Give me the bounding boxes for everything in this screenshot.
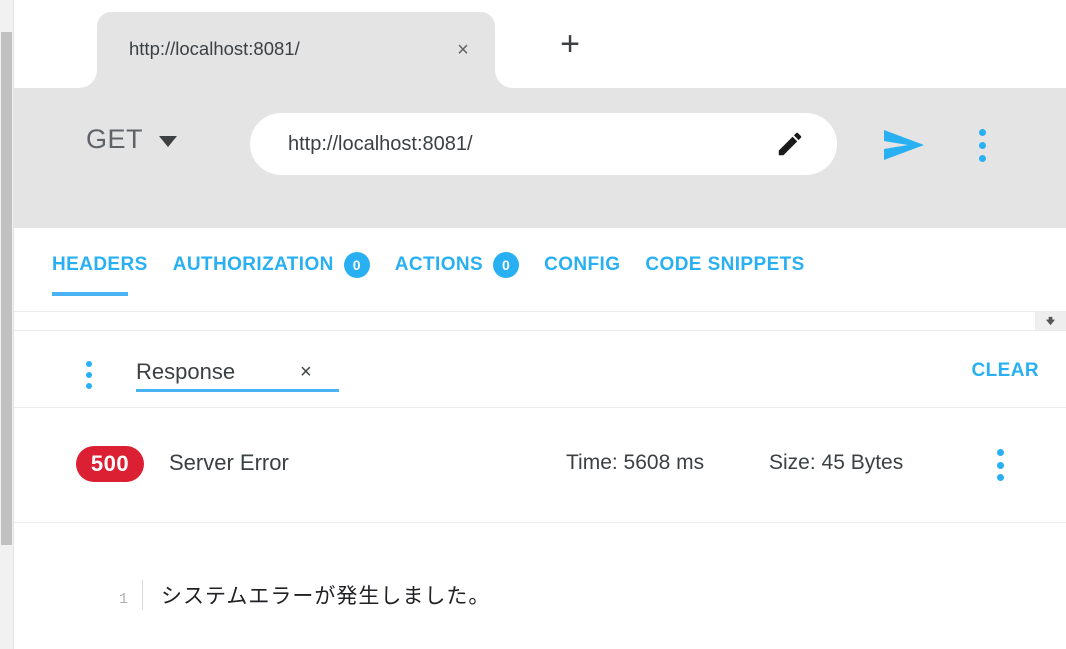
kebab-dot: [86, 372, 92, 378]
kebab-dot: [997, 449, 1004, 456]
kebab-dot: [979, 129, 986, 136]
url-input-container[interactable]: [250, 113, 837, 175]
request-toolbar: GET: [14, 88, 1066, 228]
tab-strip: http://localhost:8081/ × +: [14, 0, 1066, 88]
tab-authorization-badge: 0: [343, 252, 370, 278]
response-status-row: 500 Server Error Time: 5608 ms Size: 45 …: [14, 408, 1066, 522]
pencil-icon[interactable]: [775, 129, 805, 159]
kebab-menu-icon[interactable]: [86, 361, 92, 389]
tab-shoulder-right: [495, 70, 513, 88]
tab-authorization-label: AUTHORIZATION: [172, 254, 334, 275]
tab-headers-label: HEADERS: [52, 254, 148, 275]
tab-actions-badge: 0: [493, 252, 520, 278]
kebab-menu-icon[interactable]: [997, 449, 1004, 481]
tab-divider-bottom: [14, 330, 1066, 331]
vertical-scrollbar-thumb[interactable]: [1, 32, 12, 545]
http-method-label: GET: [86, 124, 144, 154]
browser-tab-title: http://localhost:8081/: [129, 38, 300, 59]
send-arrow-icon[interactable]: [880, 126, 930, 169]
response-time: Time: 5608 ms: [566, 451, 705, 474]
tab-config-label: CONFIG: [544, 254, 621, 275]
tab-code-snippets[interactable]: CODE SNIPPETS: [645, 254, 804, 276]
browser-tab-active[interactable]: http://localhost:8081/ ×: [79, 12, 513, 88]
response-body: 1 システムエラーが発生しました。: [14, 523, 1066, 649]
kebab-dot: [997, 474, 1004, 481]
response-tab-underline: [136, 389, 339, 392]
line-number: 1: [118, 591, 128, 608]
vertical-scrollbar-track[interactable]: [0, 0, 14, 649]
kebab-dot: [86, 361, 92, 367]
request-tab-row: HEADERS AUTHORIZATION 0 ACTIONS 0 CONFIG…: [52, 252, 830, 278]
request-section-tabs: HEADERS AUTHORIZATION 0 ACTIONS 0 CONFIG…: [14, 228, 1066, 310]
response-body-text: システムエラーが発生しました。: [161, 585, 491, 608]
tab-overflow-button[interactable]: [1035, 312, 1066, 330]
tab-authorization[interactable]: AUTHORIZATION 0: [173, 252, 370, 278]
tab-actions[interactable]: ACTIONS 0: [394, 252, 520, 278]
tab-config[interactable]: CONFIG: [544, 254, 620, 276]
tab-actions-label: ACTIONS: [394, 254, 484, 275]
new-tab-icon[interactable]: +: [553, 27, 587, 62]
status-badge: 500: [76, 446, 144, 482]
kebab-dot: [86, 383, 92, 389]
close-icon[interactable]: ×: [300, 361, 312, 384]
rest-client-window: http://localhost:8081/ × + GET http://lo…: [0, 0, 1066, 649]
tab-headers[interactable]: HEADERS: [52, 254, 148, 276]
kebab-dot: [979, 155, 986, 162]
response-tab-row: Response × CLEAR: [14, 336, 1066, 407]
kebab-dot: [979, 142, 986, 149]
response-size: Size: 45 Bytes: [769, 451, 904, 474]
kebab-menu-icon[interactable]: [979, 129, 986, 162]
close-icon[interactable]: ×: [452, 39, 474, 61]
tab-response[interactable]: Response: [136, 359, 235, 385]
http-method-dropdown[interactable]: GET: [86, 124, 178, 155]
clear-button[interactable]: CLEAR: [972, 360, 1039, 382]
code-line: 1 システムエラーが発生しました。: [106, 580, 490, 610]
tab-shoulder-left: [79, 70, 97, 88]
tab-divider-top: [14, 311, 1066, 312]
status-text: Server Error: [169, 450, 289, 475]
line-gutter: [142, 580, 143, 610]
active-tab-underline: [52, 292, 128, 296]
url-input[interactable]: [286, 131, 775, 157]
chevron-down-icon: [159, 136, 178, 147]
kebab-dot: [997, 461, 1004, 469]
tab-code-snippets-label: CODE SNIPPETS: [645, 254, 805, 275]
